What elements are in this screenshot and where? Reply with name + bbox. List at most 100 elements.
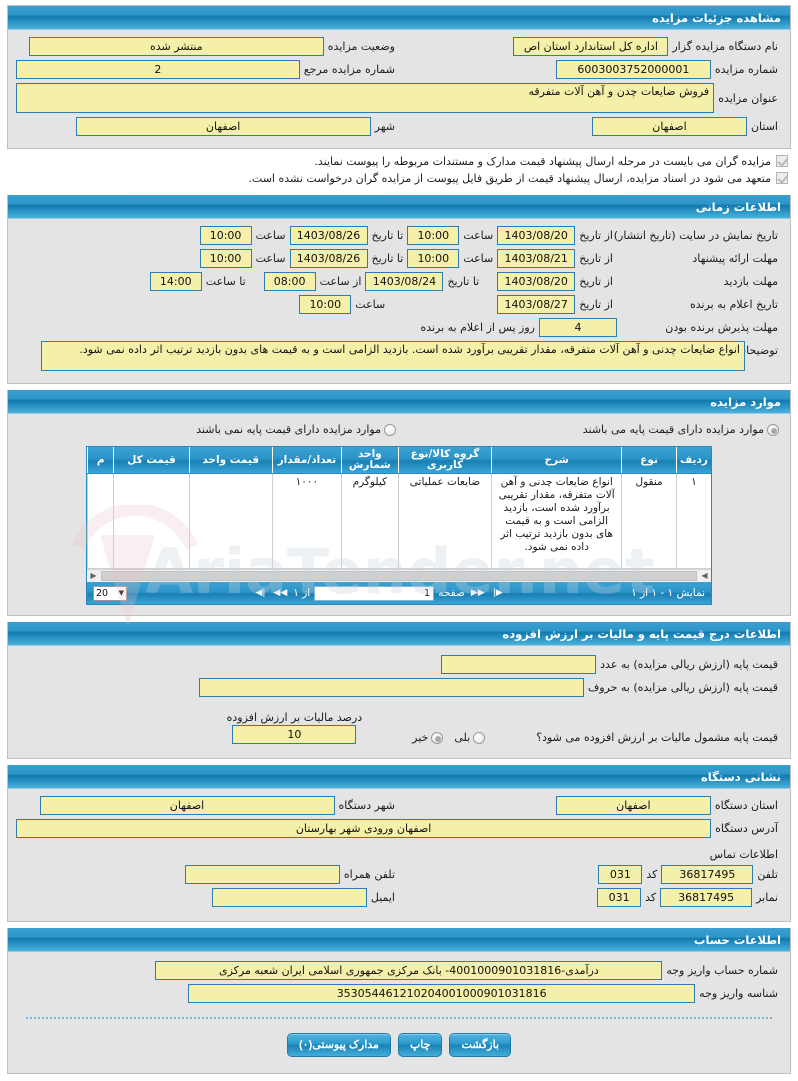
scroll-left-arrow-icon[interactable]: ▶ (87, 570, 100, 581)
col-extra: م (86, 447, 114, 474)
label-org-city: شهر دستگاه (338, 799, 395, 812)
radio-vat-yes[interactable]: بلی (454, 731, 488, 744)
value-org-city: اصفهان (39, 796, 335, 815)
pager-next-icon[interactable]: ◀◀ (271, 588, 289, 598)
label-fax: نمابر (756, 891, 778, 904)
value-payment-id: 353054461210204001000901031816 (188, 984, 696, 1003)
value-base-price-words[interactable] (198, 678, 584, 697)
label-phone: تلفن (757, 868, 778, 881)
label-base-price-numeric: قیمت پایه (ارزش ریالی مزایده) به عدد (600, 658, 778, 671)
pager-last-icon[interactable]: |◀ (253, 588, 267, 598)
label-from-date-2: از تاریخ (579, 252, 613, 265)
row-subject: عنوان مزایده فروش ضایعات چدن و آهن آلات … (16, 83, 782, 113)
horizontal-scrollbar[interactable]: ◀ ▶ (87, 569, 711, 582)
items-table-header-row: ردیف نوع شرح گروه کالا/نوع کاربری واحد ش… (86, 447, 711, 474)
row-org-province-city: استان دستگاه اصفهان شهر دستگاه اصفهان (16, 796, 782, 815)
label-mobile: تلفن همراه (343, 868, 395, 881)
label-description: توضیحات (735, 344, 778, 357)
label-to-time-2: ساعت (255, 252, 286, 265)
value-to-time-2: 10:00 (199, 249, 252, 268)
time-row-description: توضیحات انواع ضایعات چدنی و آهن آلات متف… (16, 341, 782, 371)
attachments-button[interactable]: مدارک پیوستی(۰) (286, 1033, 391, 1057)
time-section-header: اطلاعات زمانی (8, 195, 790, 219)
value-winner-date: 1403/08/27 (497, 295, 576, 314)
radio-selected-icon[interactable] (431, 731, 444, 744)
radio-vat-no[interactable]: خیر (412, 731, 446, 744)
scrollbar-thumb[interactable] (101, 571, 697, 581)
label-ref-number: شماره مزایده مرجع (303, 63, 395, 76)
value-ref-number: 2 (16, 60, 300, 79)
label-email: ایمیل (370, 891, 395, 904)
radio-with-base-price[interactable]: موارد مزایده دارای قیمت پایه می باشند (399, 423, 782, 436)
value-vat-percent[interactable]: 10 (232, 725, 357, 744)
value-mobile[interactable] (184, 865, 340, 884)
value-from-date-3: 1403/08/20 (497, 272, 576, 291)
back-button[interactable]: بازگشت (449, 1033, 512, 1057)
account-panel: اطلاعات حساب شماره حساب واریز وجه درآمدی… (7, 928, 791, 1074)
value-to-date-3: 1403/08/24 (365, 272, 444, 291)
radio-selected-icon[interactable] (767, 423, 779, 436)
radio-unselected-icon[interactable] (384, 423, 396, 436)
pager-first-icon[interactable]: ▶| (491, 588, 505, 598)
cell-extra (86, 473, 114, 569)
scroll-right-arrow-icon[interactable]: ◀ (698, 570, 711, 581)
cell-unit: کیلوگرم (340, 473, 399, 569)
cell-qty: ۱۰۰۰ (271, 473, 342, 569)
value-base-price-numeric[interactable] (441, 655, 597, 674)
label-to-time-3: تا ساعت (205, 275, 246, 288)
label-city: شهر (374, 120, 395, 133)
checkbox-checked-icon (776, 172, 788, 184)
col-index: ردیف (675, 447, 711, 474)
value-email[interactable] (211, 888, 367, 907)
label-winner-from: از تاریخ (579, 298, 613, 311)
row-number-refnumber: شماره مزایده 6003003752000001 شماره مزای… (16, 60, 782, 79)
page-size-select[interactable]: ▼ 20 (93, 585, 128, 601)
pager-prev-icon[interactable]: ▶▶ (469, 588, 487, 598)
label-account-number: شماره حساب واریز وجه (666, 964, 778, 977)
row-base-price-words: قیمت پایه (ارزش ریالی مزایده) به حروف (16, 678, 782, 697)
value-description: انواع ضایعات چدنی و آهن آلات متفرقه، مقد… (41, 341, 745, 371)
cell-type: منقول (621, 473, 677, 569)
row-org-status: نام دستگاه مزایده گزار اداره کل استاندار… (16, 37, 782, 56)
row-account-number: شماره حساب واریز وجه درآمدی-400100090103… (16, 961, 782, 980)
row-org-address: آدرس دستگاه اصفهان ورودی شهر بهارستان (16, 819, 782, 838)
label-status: وضعیت مزایده (327, 40, 395, 53)
value-to-date-2: 1403/08/26 (289, 249, 368, 268)
label-subject: عنوان مزایده (718, 91, 778, 105)
pager-page-input[interactable]: 1 (314, 585, 435, 601)
time-row-accept-deadline: مهلت پذیرش برنده بودن 4 روز پس از اعلام … (16, 318, 782, 337)
label-vat-question: قیمت پایه مشمول مالیات بر ارزش افزوده می… (536, 731, 778, 744)
value-number: 6003003752000001 (555, 60, 711, 79)
value-from-date-2: 1403/08/21 (497, 249, 576, 268)
label-from-time-3: از ساعت (319, 275, 362, 288)
radio-unselected-icon[interactable] (473, 731, 486, 744)
radio-without-base-price[interactable]: موارد مزایده دارای قیمت پایه نمی باشند (16, 423, 399, 436)
label-base-price-words: قیمت پایه (ارزش ریالی مزایده) به حروف (587, 681, 778, 694)
items-panel: موارد مزایده موارد مزایده دارای قیمت پای… (7, 390, 791, 616)
time-panel: اطلاعات زمانی تاریخ نمایش در سایت (تاریخ… (7, 195, 791, 384)
radio-vat-yes-label: بلی (454, 731, 471, 744)
note-text: مزایده گران می بایست در مرحله ارسال پیشن… (314, 155, 771, 168)
items-pager: نمایش ۱ - ۱ از ۱ ▶| ▶▶ صفحه 1 از ۱ ◀◀ |◀… (87, 582, 711, 604)
action-buttons: بازگشت چاپ مدارک پیوستی(۰) (16, 1019, 782, 1067)
value-from-time-3: 08:00 (263, 272, 316, 291)
col-unit: واحد شمارش (340, 447, 399, 474)
note-item: متعهد می شود در اسناد مزایده، ارسال پیشن… (6, 170, 792, 187)
label-province: استان (750, 120, 778, 133)
col-group: گروه کالا/نوع کاربری (397, 447, 492, 474)
page-size-value: 20 (96, 587, 109, 599)
label-accept-suffix: روز پس از اعلام به برنده (420, 321, 535, 334)
contact-info-title: اطلاعات تماس (709, 848, 778, 861)
label-visit: مهلت بازدید (723, 275, 778, 288)
table-row[interactable]: ۱ منقول انواع ضایعات چدنی و آهن آلات متف… (86, 473, 711, 569)
value-phone: 36817495 (661, 865, 754, 884)
vat-percent-group: درصد مالیات بر ارزش افزوده 10 (223, 711, 367, 744)
items-table-wrapper: ردیف نوع شرح گروه کالا/نوع کاربری واحد ش… (86, 446, 712, 605)
print-button[interactable]: چاپ (397, 1033, 443, 1057)
value-org-address: اصفهان ورودی شهر بهارستان (16, 819, 712, 838)
label-org-province: استان دستگاه (714, 799, 778, 812)
value-to-date-1: 1403/08/26 (289, 226, 368, 245)
row-payment-id: شناسه واریز وجه 353054461210204001000901… (16, 984, 782, 1003)
label-winner-announce: تاریخ اعلام به برنده (689, 298, 778, 311)
pager-size-wrap: ▼ 20 (93, 585, 128, 601)
